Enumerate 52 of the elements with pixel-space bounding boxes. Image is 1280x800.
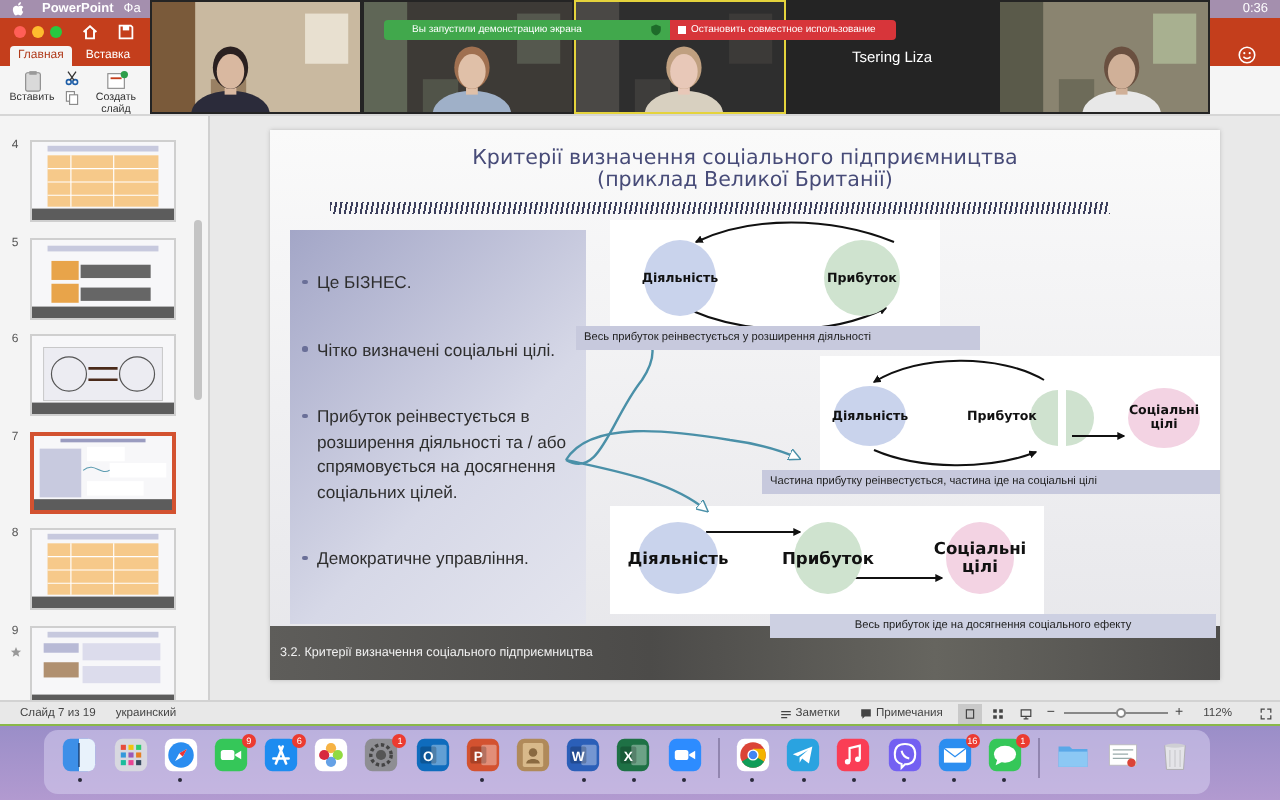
- bullet-text: Прибуток реінвестується в розширення діяльності та / або спрямовується на досягнення соціальних цілей.: [317, 404, 569, 504]
- bullet-text: Демократичне управління.: [317, 546, 529, 571]
- browser-icon[interactable]: [735, 738, 770, 772]
- node-label: Діяльність: [627, 549, 729, 567]
- bullet-icon: [302, 413, 307, 418]
- scrollbar[interactable]: [194, 220, 202, 400]
- address-book-icon[interactable]: [516, 738, 551, 772]
- bullet-text: Це БІЗНЕС.: [317, 270, 412, 295]
- speech-bubble-icon[interactable]: [987, 738, 1022, 772]
- music-note-icon[interactable]: [836, 738, 871, 772]
- monitor-icon[interactable]: [1020, 707, 1033, 719]
- notes-icon[interactable]: [779, 707, 792, 719]
- apple-icon[interactable]: [12, 2, 24, 16]
- app-store-icon[interactable]: [264, 738, 299, 772]
- document-icon[interactable]: [1106, 738, 1141, 772]
- zoom-window-icon[interactable]: [50, 25, 62, 37]
- save-icon[interactable]: [118, 23, 134, 39]
- video-camera-icon[interactable]: [667, 738, 702, 772]
- bullet-icon: [302, 346, 307, 351]
- node-label: Прибуток: [781, 549, 875, 567]
- flower-icon[interactable]: [314, 738, 349, 772]
- finder-icon[interactable]: [62, 738, 97, 772]
- fit-to-window-icon[interactable]: [1260, 707, 1272, 719]
- slider-thumb[interactable]: [1115, 707, 1126, 717]
- page-icon[interactable]: [964, 707, 977, 719]
- comment-icon[interactable]: [859, 707, 872, 719]
- arrow: [1071, 432, 1126, 440]
- clipboard-icon[interactable]: [21, 70, 43, 92]
- bullet-text: Чітко визначені соціальні цілі.: [317, 337, 555, 362]
- new-slide-icon[interactable]: [105, 70, 127, 92]
- gear-icon[interactable]: [364, 738, 399, 772]
- minimize-icon[interactable]: [32, 25, 44, 37]
- bullet-icon: [302, 279, 307, 284]
- node-label: Соціальні цілі: [931, 540, 1029, 576]
- phone-icon[interactable]: [887, 738, 922, 772]
- bullet-icon: [302, 555, 307, 560]
- zoom-slider[interactable]: [1063, 707, 1167, 719]
- slide-title: (приклад Великої Британії): [597, 170, 893, 192]
- slide-thumbnail[interactable]: [30, 431, 176, 513]
- video-camera-icon[interactable]: [213, 738, 248, 772]
- slide-title: Критерії визначення соціального підприємництва: [472, 148, 1018, 170]
- arrow: [853, 574, 944, 582]
- grid-icon[interactable]: [992, 707, 1005, 719]
- envelope-icon[interactable]: [937, 738, 972, 772]
- home-icon[interactable]: [82, 23, 98, 39]
- compass-icon[interactable]: [163, 738, 198, 772]
- paper-plane-icon[interactable]: [786, 738, 821, 772]
- scissors-icon[interactable]: [64, 70, 80, 86]
- normal-view-button[interactable]: [958, 703, 983, 723]
- smiley-icon[interactable]: [1238, 46, 1256, 64]
- arrow: [705, 528, 802, 536]
- grid-icon[interactable]: [113, 738, 148, 772]
